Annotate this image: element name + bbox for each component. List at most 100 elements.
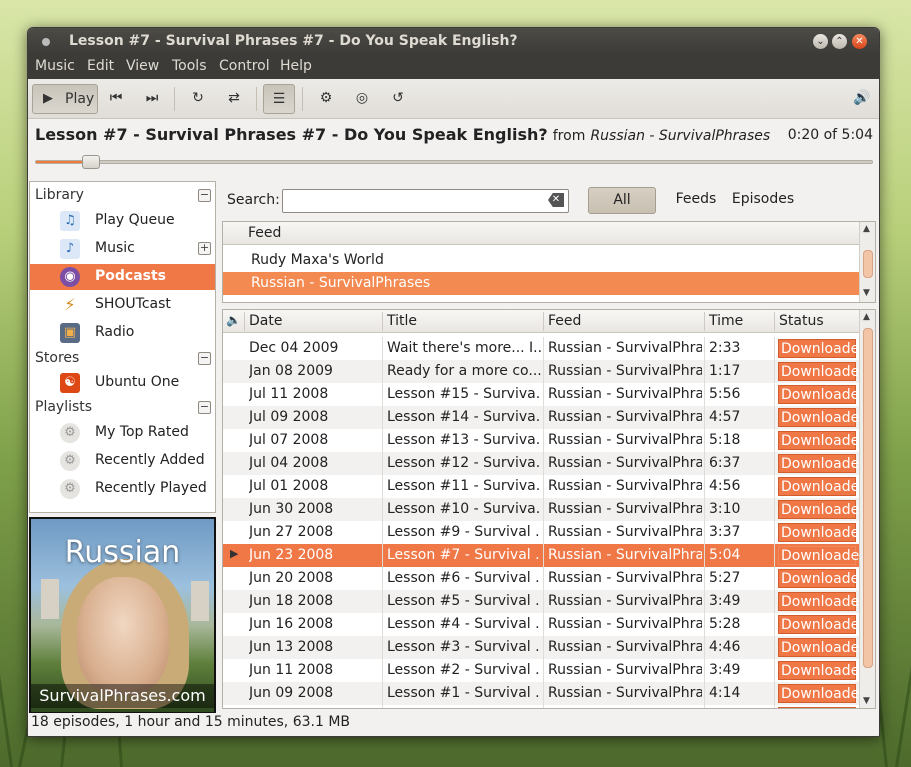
episode-title: Ready for a more co... xyxy=(387,363,541,379)
window-menu-icon[interactable] xyxy=(42,38,50,46)
subscribe-podcast-button[interactable]: ◎ xyxy=(348,84,376,114)
maximize-button[interactable]: ⌃ xyxy=(832,34,847,49)
column-header-status[interactable]: Status xyxy=(779,313,824,329)
next-button[interactable]: ⏭ xyxy=(138,84,166,114)
episode-row[interactable]: Jan 08 2009 Ready for a more co... Russian… xyxy=(223,360,868,383)
episode-row[interactable]: Dec 04 2009 Wait there's more... I... Russ… xyxy=(223,337,868,360)
episode-feed: Russian - SurvivalPhrase xyxy=(548,662,702,678)
sidebar-item-music[interactable]: ♪ Music + xyxy=(30,236,215,262)
sidebar-item-ubuntu-one[interactable]: ☯ Ubuntu One xyxy=(30,370,215,396)
episode-row[interactable]: Jun 09 2008 Lesson #1 - Survival ... Russi… xyxy=(223,682,868,705)
scroll-up-icon[interactable]: ▲ xyxy=(863,224,870,234)
scroll-up-icon[interactable]: ▲ xyxy=(863,312,870,322)
minimize-button[interactable]: ⌄ xyxy=(813,34,828,49)
sidebar-item-radio[interactable]: ▣ Radio xyxy=(30,320,215,346)
scroll-down-icon[interactable]: ▼ xyxy=(863,696,870,706)
episode-time: 1:17 xyxy=(709,363,741,379)
now-playing-title: Lesson #7 - Survival Phrases #7 - Do You… xyxy=(35,125,548,144)
playing-column-icon[interactable]: 🔈 xyxy=(226,313,241,327)
episode-time: 5:28 xyxy=(709,616,741,632)
smart-playlist-icon: ⚙ xyxy=(60,451,80,471)
sidebar-item-recently-added[interactable]: ⚙ Recently Added xyxy=(30,448,215,474)
sidebar-item-my-top-rated[interactable]: ⚙ My Top Rated xyxy=(30,420,215,446)
title-bar[interactable]: Lesson #7 - Survival Phrases #7 - Do You… xyxy=(28,28,879,55)
episode-title: Lesson #11 - Surviva... xyxy=(387,478,541,494)
episode-row[interactable]: Jun 11 2008 Lesson #2 - Survival ... Russi… xyxy=(223,659,868,682)
playlists-collapse-button[interactable]: − xyxy=(198,401,211,414)
episode-feed: Russian - SurvivalPhrase xyxy=(548,363,702,379)
episode-row[interactable]: Jun 18 2008 Lesson #5 - Survival ... Russi… xyxy=(223,590,868,613)
episode-row[interactable]: Jul 07 2008 Lesson #13 - Surviva... Russia… xyxy=(223,429,868,452)
scroll-down-icon[interactable]: ▼ xyxy=(863,288,870,298)
sidebar-item-podcasts[interactable]: ◉ Podcasts xyxy=(30,264,215,290)
column-divider xyxy=(382,312,383,331)
play-queue-toggle[interactable]: ☰ xyxy=(263,84,295,114)
episode-list-scrollbar[interactable]: ▲ ▼ xyxy=(859,310,875,708)
scrollbar-thumb[interactable] xyxy=(863,250,873,278)
sidebar-item-shoutcast[interactable]: ⚡ SHOUTcast xyxy=(30,292,215,318)
stores-collapse-button[interactable]: − xyxy=(198,352,211,365)
volume-button[interactable]: 🔊 xyxy=(848,84,876,114)
episode-feed: Russian - SurvivalPhrase xyxy=(548,501,702,517)
episode-title: Lesson #15 - Surviva... xyxy=(387,386,541,402)
feed-row[interactable]: Rudy Maxa's World xyxy=(223,249,859,272)
episode-row[interactable]: Jul 01 2008 Lesson #11 - Surviva... Russia… xyxy=(223,475,868,498)
episode-row[interactable]: Jun 08 2008 RussianPod101.com ... Russian … xyxy=(223,705,859,708)
queue-icon: ☰ xyxy=(272,91,286,107)
column-divider xyxy=(704,590,705,613)
episode-feed: Russian - SurvivalPhrase xyxy=(548,455,702,471)
sidebar-item-label: Ubuntu One xyxy=(95,374,180,390)
previous-button[interactable]: ⏮ xyxy=(102,84,130,114)
episode-title: Lesson #14 - Surviva... xyxy=(387,409,541,425)
feed-row[interactable]: Russian - SurvivalPhrases xyxy=(223,272,859,295)
shuffle-button[interactable]: ⇄ xyxy=(220,84,248,114)
column-divider xyxy=(543,383,544,406)
episode-row[interactable]: ▶ Jun 23 2008 Lesson #7 - Survival ... Russ… xyxy=(223,544,868,567)
repeat-button[interactable]: ↻ xyxy=(184,84,212,114)
scrollbar-thumb[interactable] xyxy=(863,328,873,668)
episode-row[interactable]: Jun 16 2008 Lesson #4 - Survival ... Russi… xyxy=(223,613,868,636)
shuffle-icon: ⇄ xyxy=(228,90,240,106)
menu-control[interactable]: Control xyxy=(219,58,270,74)
episode-feed: Russian - SurvivalPhrase xyxy=(548,340,702,356)
seek-slider[interactable] xyxy=(35,155,873,169)
episode-row[interactable]: Jun 30 2008 Lesson #10 - Surviva... Russia… xyxy=(223,498,868,521)
menu-view[interactable]: View xyxy=(126,58,159,74)
search-input[interactable] xyxy=(282,189,569,213)
feed-list-scrollbar[interactable]: ▲ ▼ xyxy=(859,222,875,302)
library-collapse-button[interactable]: − xyxy=(198,189,211,202)
column-divider xyxy=(382,383,383,406)
menu-tools[interactable]: Tools xyxy=(172,58,207,74)
episode-date: Jun 30 2008 xyxy=(249,501,334,517)
music-expand-button[interactable]: + xyxy=(198,242,211,255)
sidebar-item-recently-played[interactable]: ⚙ Recently Played xyxy=(30,476,215,502)
column-header-feed[interactable]: Feed xyxy=(548,313,581,329)
column-divider xyxy=(774,567,775,590)
play-button[interactable]: ▶ Play xyxy=(32,84,98,114)
feed-column-header[interactable]: Feed xyxy=(223,222,859,245)
episode-row[interactable]: Jul 04 2008 Lesson #12 - Surviva... Russia… xyxy=(223,452,868,475)
column-divider xyxy=(382,659,383,682)
episode-row[interactable]: Jun 20 2008 Lesson #6 - Survival ... Russi… xyxy=(223,567,868,590)
close-button[interactable]: ✕ xyxy=(852,34,867,49)
column-header-title[interactable]: Title xyxy=(387,313,417,329)
column-divider xyxy=(774,613,775,636)
filter-episodes-button[interactable]: Episodes xyxy=(728,187,798,214)
episode-row[interactable]: Jul 11 2008 Lesson #15 - Surviva... Russia… xyxy=(223,383,868,406)
column-header-date[interactable]: Date xyxy=(249,313,282,329)
repeat-icon: ↻ xyxy=(192,90,204,106)
preferences-button[interactable]: ⚙ xyxy=(312,84,340,114)
episode-row[interactable]: Jun 27 2008 Lesson #9 - Survival ... Russi… xyxy=(223,521,868,544)
update-feeds-button[interactable]: ↺ xyxy=(384,84,412,114)
menu-help[interactable]: Help xyxy=(280,58,312,74)
seek-handle[interactable] xyxy=(82,155,101,169)
column-header-time[interactable]: Time xyxy=(709,313,743,329)
menu-edit[interactable]: Edit xyxy=(87,58,114,74)
filter-all-button[interactable]: All xyxy=(588,187,656,214)
episode-row[interactable]: Jun 13 2008 Lesson #3 - Survival ... Russi… xyxy=(223,636,868,659)
menu-music[interactable]: Music xyxy=(35,58,75,74)
filter-feeds-button[interactable]: Feeds xyxy=(666,187,726,214)
feed-list: Feed Rudy Maxa's World Russian - Surviva… xyxy=(222,221,876,303)
episode-row[interactable]: Jul 09 2008 Lesson #14 - Surviva... Russia… xyxy=(223,406,868,429)
sidebar-item-play-queue[interactable]: ♫ Play Queue xyxy=(30,208,215,234)
